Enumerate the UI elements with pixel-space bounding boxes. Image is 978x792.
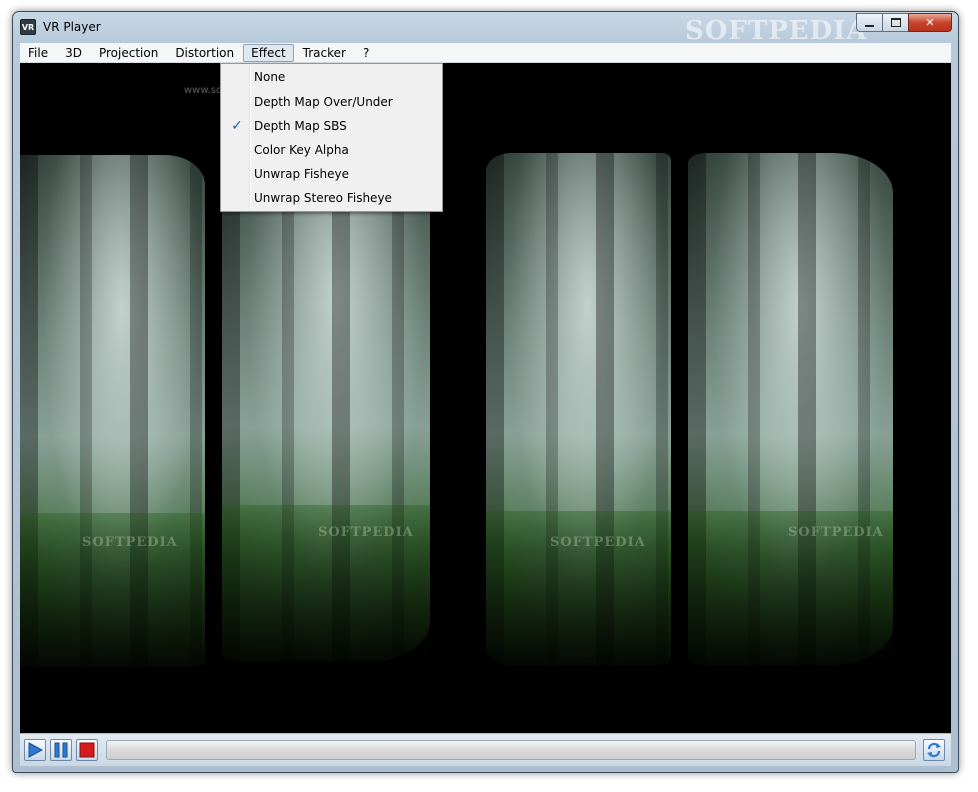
effect-option-label: Unwrap Stereo Fisheye [254,191,392,205]
menu-projection[interactable]: Projection [91,44,166,62]
panel-watermark: SOFTPEDIA [318,525,414,540]
effect-option-unwrap-fisheye[interactable]: Unwrap Fisheye [221,162,442,186]
effect-option-label: Unwrap Fisheye [254,167,350,181]
pause-button[interactable] [50,739,72,761]
panel-watermark: SOFTPEDIA [788,525,884,540]
maximize-icon [890,18,901,27]
minimize-icon [865,24,874,27]
play-icon [28,742,43,758]
title-bar[interactable]: VR VR Player SOFTPEDIA ✕ [13,12,958,46]
checkmark-icon: ✓ [231,118,243,134]
stereo-view-right-b [688,153,893,665]
effect-option-label: Color Key Alpha [254,143,349,157]
caption-buttons: ✕ [856,13,952,32]
close-button[interactable]: ✕ [908,13,952,32]
menu-file[interactable]: File [20,44,56,62]
effect-option-label: Depth Map SBS [254,119,347,133]
effect-option-depth-map-sbs[interactable]: ✓ Depth Map SBS [221,114,442,138]
vr-player-app-icon[interactable]: VR [20,19,36,35]
refresh-icon [927,742,941,758]
menu-tracker[interactable]: Tracker [295,44,354,62]
effect-option-unwrap-stereo-fisheye[interactable]: Unwrap Stereo Fisheye [221,186,442,210]
effect-option-label: Depth Map Over/Under [254,95,393,109]
effect-option-color-key-alpha[interactable]: Color Key Alpha [221,138,442,162]
window-title: VR Player [43,20,101,34]
stereo-view-left-b [222,141,430,661]
panel-watermark: SOFTPEDIA [82,535,178,550]
close-icon: ✕ [925,16,935,29]
effect-option-depth-map-over-under[interactable]: Depth Map Over/Under [221,90,442,114]
maximize-button[interactable] [882,13,908,32]
seek-bar[interactable] [106,740,916,760]
panel-watermark: SOFTPEDIA [550,535,646,550]
playback-controls [20,733,951,766]
loop-button[interactable] [923,739,945,761]
stop-icon [79,742,95,758]
stereo-view-right-a [486,153,671,665]
pause-icon [54,742,68,758]
menu-effect[interactable]: Effect [243,43,294,62]
stereo-view-left-a [20,155,205,667]
video-viewport[interactable]: www.softpedia.com SOFTPEDIA SOFTPEDIA SO… [20,63,951,733]
menu-distortion[interactable]: Distortion [167,44,242,62]
minimize-button[interactable] [856,13,882,32]
menu-3d[interactable]: 3D [57,44,90,62]
app-window: VR VR Player SOFTPEDIA ✕ File 3D Project… [12,11,959,773]
softpedia-watermark: SOFTPEDIA [685,16,868,46]
play-button[interactable] [24,739,46,761]
effect-dropdown-menu: None Depth Map Over/Under ✓ Depth Map SB… [220,63,443,212]
stop-button[interactable] [76,739,98,761]
effect-option-label: None [254,70,286,84]
menu-bar: File 3D Projection Distortion Effect Tra… [20,43,951,63]
effect-option-none[interactable]: None [221,64,442,90]
menu-help[interactable]: ? [355,44,377,62]
